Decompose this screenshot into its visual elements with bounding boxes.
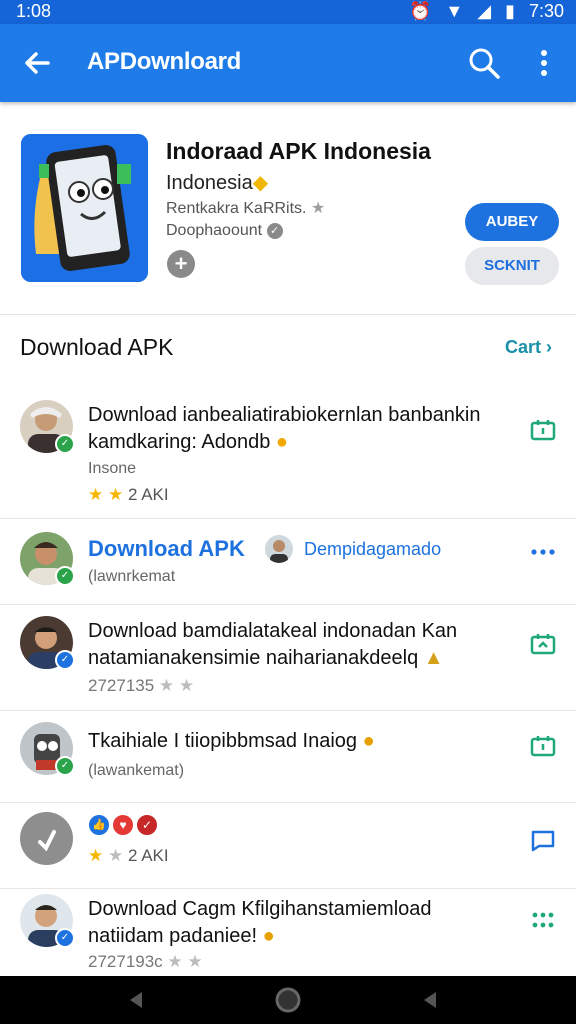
mention-name[interactable]: Dempidagamado bbox=[304, 539, 441, 560]
signal-icon: ◢ bbox=[477, 1, 492, 21]
item-rating: ★ ★ 2 AKI bbox=[88, 485, 169, 504]
add-button[interactable]: + bbox=[167, 250, 195, 278]
star-icon: ★ bbox=[88, 846, 104, 865]
app-bar: APDownloard bbox=[0, 24, 576, 102]
star-icon: ★ bbox=[107, 846, 124, 865]
like-icon: 👍 bbox=[88, 814, 110, 836]
star-icon: ★ bbox=[107, 485, 124, 504]
item-rating: ★ ★ 2 AKI bbox=[88, 846, 169, 865]
app-icon bbox=[21, 134, 148, 282]
nav-back-icon[interactable] bbox=[124, 988, 148, 1012]
downloads-line: Doophaoount ✓ bbox=[166, 222, 283, 240]
reaction-icons: 👍 ♥ ✓ bbox=[88, 814, 158, 836]
message-box-icon[interactable] bbox=[529, 826, 557, 854]
status-bar: 1:08 ⏰ ▼ ◢ ▮ 7:30 bbox=[0, 0, 576, 24]
status-time: 1:08 bbox=[16, 1, 52, 21]
emoji-icon: ▲ bbox=[423, 647, 444, 669]
section-link[interactable]: Cart › bbox=[505, 337, 552, 358]
nav-recents-icon[interactable] bbox=[418, 988, 442, 1012]
alarm-icon: ⏰ bbox=[408, 1, 432, 21]
item-text: Download Cagm Kfilgihanstamiemload natii… bbox=[88, 898, 432, 947]
star-icon: ★ bbox=[167, 952, 183, 971]
star-icon: ★ bbox=[310, 200, 326, 217]
list-item[interactable]: 👍 ♥ ✓ ★ ★ 2 AKI bbox=[0, 802, 576, 889]
heart-icon: ♥ bbox=[112, 814, 134, 836]
app-subtitle: Indonesia◆ bbox=[166, 172, 269, 194]
check-icon: ✓ bbox=[266, 222, 283, 239]
star-icon: ★ bbox=[158, 676, 175, 695]
system-nav-bar bbox=[0, 976, 576, 1024]
star-icon: ★ bbox=[88, 485, 104, 504]
app-bar-title: APDownloard bbox=[87, 48, 242, 75]
check-reaction-icon: ✓ bbox=[136, 814, 158, 836]
download-box-icon[interactable] bbox=[529, 732, 557, 760]
verified-badge: ✓ bbox=[55, 650, 75, 670]
section-title: Download APK bbox=[20, 334, 174, 360]
avatar bbox=[20, 812, 73, 865]
list-item[interactable]: ✓ Download APK Dempidagamado (lawnrkemat bbox=[0, 518, 576, 605]
verified-badge: ✓ bbox=[55, 566, 75, 586]
app-header: Indoraad APK Indonesia Indonesia◆ Rentka… bbox=[0, 102, 576, 315]
verified-badge: ✓ bbox=[55, 928, 75, 948]
item-meta: (lawankemat) bbox=[88, 762, 185, 779]
secondary-button[interactable]: SCKNIT bbox=[465, 247, 559, 285]
grid-dots-icon[interactable] bbox=[529, 906, 557, 934]
primary-button[interactable]: AUBEY bbox=[465, 203, 559, 241]
item-rating: 2727193c ★ ★ bbox=[88, 952, 203, 971]
more-horiz-icon[interactable] bbox=[529, 538, 557, 566]
list-item[interactable]: ✓ Download Cagm Kfilgihanstamiemload nat… bbox=[0, 888, 576, 976]
emoji-icon: ● bbox=[275, 431, 288, 453]
star-icon: ★ bbox=[187, 952, 203, 971]
item-title: Download APK bbox=[88, 536, 245, 561]
sparkle-icon: ◆ bbox=[252, 172, 269, 194]
emoji-icon: ● bbox=[362, 730, 375, 752]
item-meta: (lawnrkemat bbox=[88, 568, 176, 585]
developer-line: Rentkakra KaRRits. ★ bbox=[166, 200, 326, 217]
verified-badge: ✓ bbox=[55, 756, 75, 776]
emoji-icon: ● bbox=[262, 925, 275, 947]
item-rating: 2727135 ★ ★ bbox=[88, 676, 195, 695]
mention-avatar bbox=[265, 535, 293, 563]
status-clock: 7:30 bbox=[528, 1, 564, 21]
item-text: Tkaihiale I tiiopibbmsad Inaiog ● bbox=[88, 730, 375, 752]
more-vert-icon[interactable] bbox=[530, 46, 558, 80]
download-box-icon[interactable] bbox=[529, 416, 557, 444]
item-text: Download bamdialatakeal indonadan Kan na… bbox=[88, 620, 458, 669]
download-box-icon[interactable] bbox=[529, 630, 557, 658]
battery-icon: ▮ bbox=[505, 1, 515, 21]
star-icon: ★ bbox=[178, 676, 195, 695]
back-arrow-icon[interactable] bbox=[20, 46, 54, 80]
wifi-icon: ▼ bbox=[445, 1, 464, 21]
search-icon[interactable] bbox=[466, 45, 502, 81]
nav-home-icon[interactable] bbox=[274, 986, 302, 1014]
list-item[interactable]: ✓ Download ianbealiatirabiokernlan banba… bbox=[0, 388, 576, 519]
verified-badge: ✓ bbox=[55, 434, 75, 454]
list-item[interactable]: ✓ Tkaihiale I tiiopibbmsad Inaiog ● (law… bbox=[0, 710, 576, 803]
item-meta: Insone bbox=[88, 460, 137, 477]
list-item[interactable]: ✓ Download bamdialatakeal indonadan Kan … bbox=[0, 604, 576, 711]
app-title: Indoraad APK Indonesia bbox=[166, 138, 431, 164]
item-text: Download ianbealiatirabiokernlan banbank… bbox=[88, 404, 481, 453]
